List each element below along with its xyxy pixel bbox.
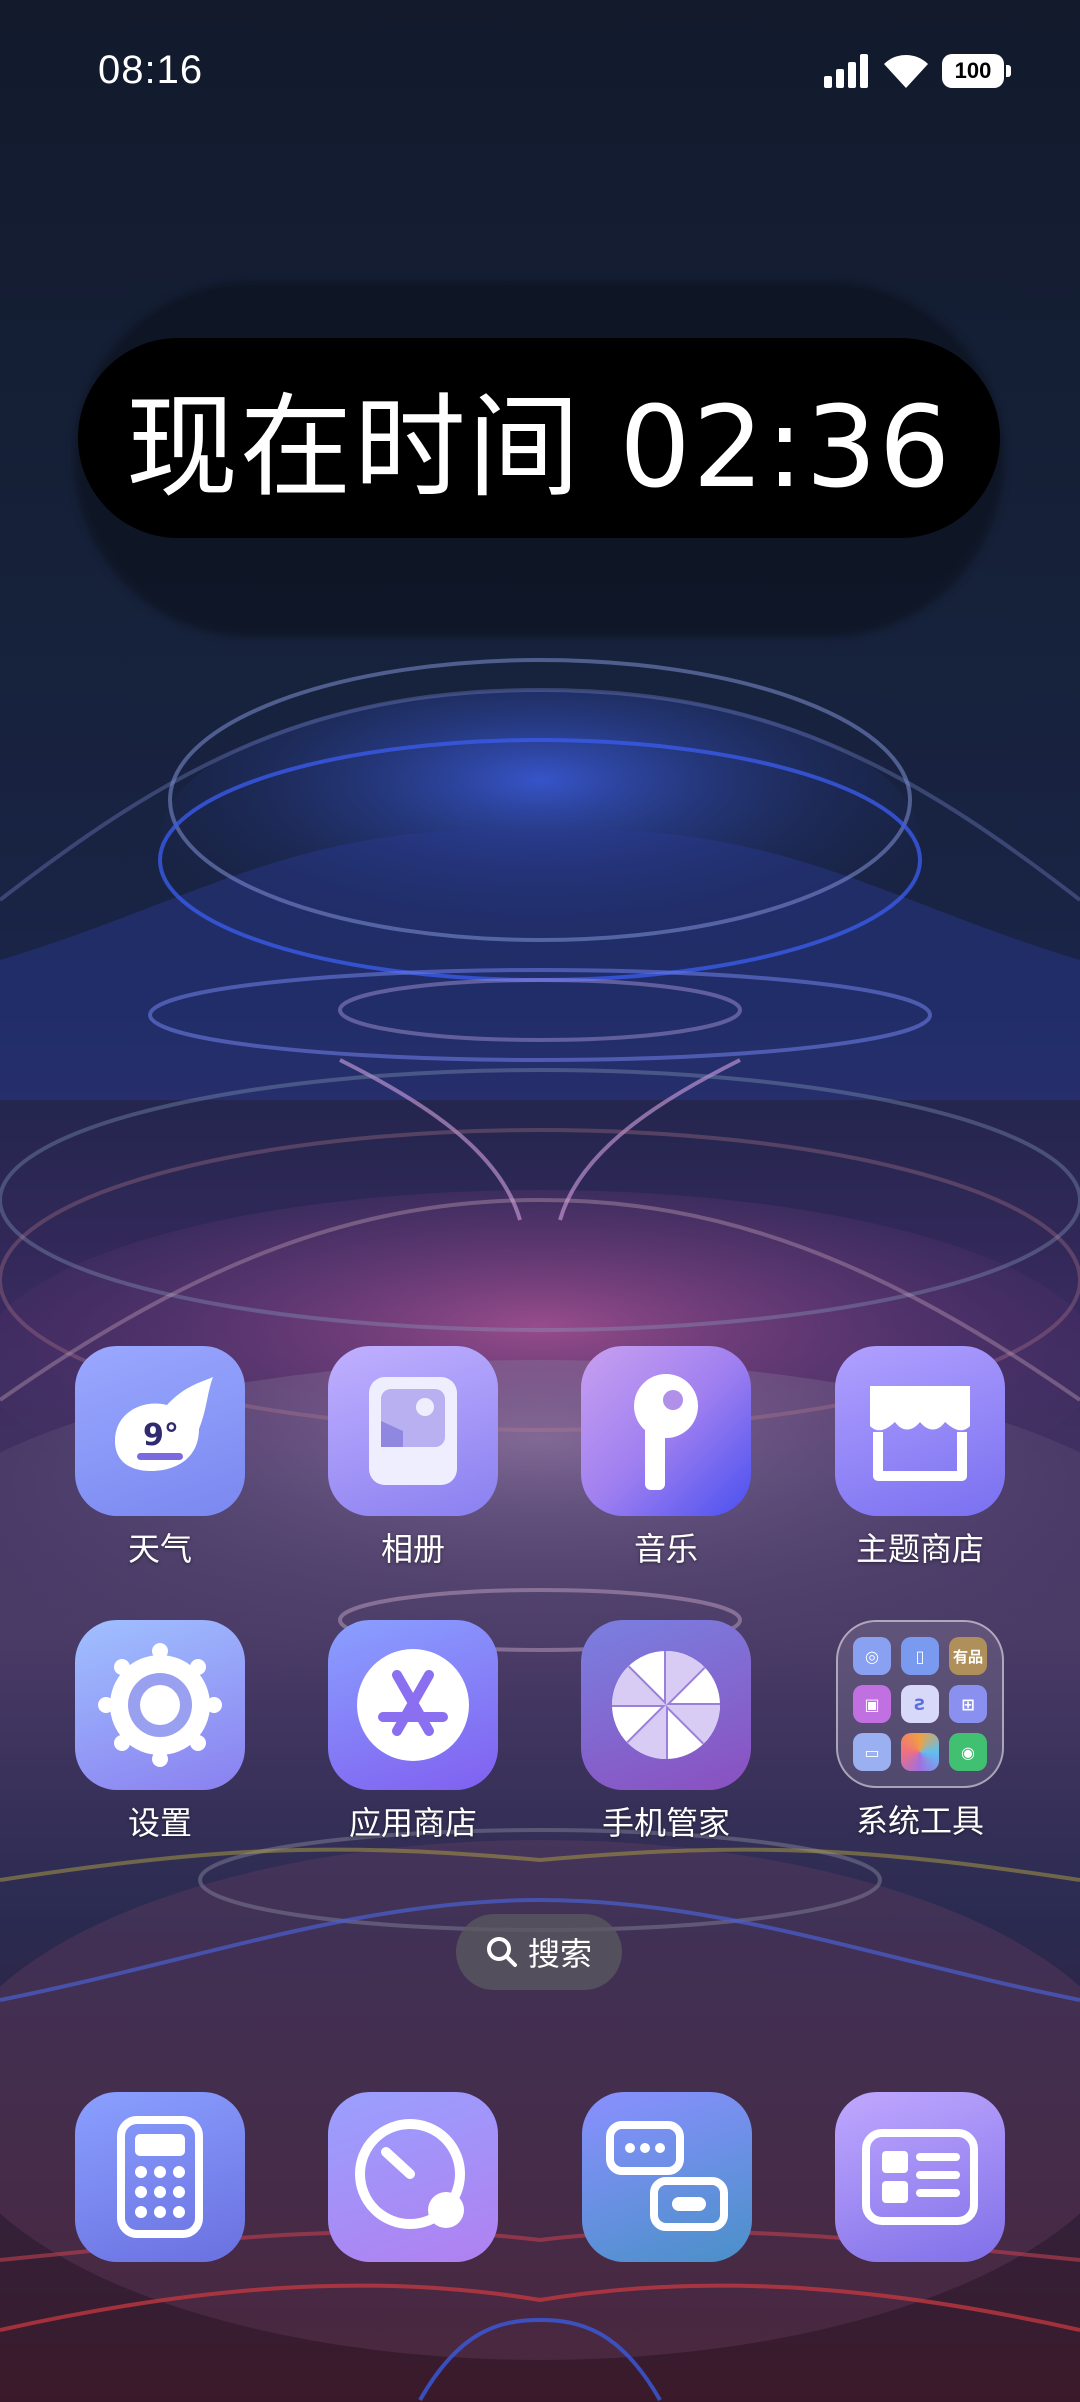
folder-mini-icon: ▣ bbox=[853, 1685, 891, 1723]
app-label: 设置 bbox=[127, 1804, 192, 1842]
folder-mini-icon: Ƨ bbox=[901, 1685, 939, 1723]
app-gallery[interactable]: 相册 bbox=[303, 1346, 523, 1570]
battery-level: 100 bbox=[954, 58, 992, 83]
theme-store-icon bbox=[835, 1346, 1005, 1516]
app-app-store[interactable]: 应用商店 bbox=[303, 1620, 523, 1844]
gallery-icon bbox=[328, 1346, 498, 1516]
app-label: 主题商店 bbox=[855, 1530, 984, 1568]
app-weather[interactable]: 9° 天气 bbox=[50, 1346, 270, 1570]
app-label: 相册 bbox=[380, 1530, 445, 1568]
app-music[interactable]: 音乐 bbox=[556, 1346, 776, 1570]
wifi-icon bbox=[884, 55, 928, 88]
status-time: 08:16 bbox=[98, 48, 204, 92]
security-icon bbox=[581, 1620, 751, 1790]
messages-icon bbox=[606, 2121, 728, 2231]
notes-icon bbox=[862, 2129, 978, 2225]
app-phone-manager[interactable]: 手机管家 bbox=[556, 1620, 776, 1844]
dock-browser[interactable] bbox=[328, 2092, 498, 2262]
battery-indicator: 100 bbox=[942, 54, 1011, 88]
calculator-icon bbox=[117, 2116, 203, 2238]
app-label: 系统工具 bbox=[855, 1802, 984, 1840]
folder-mini-badge: 有品 bbox=[949, 1637, 987, 1675]
app-folder-system-tools[interactable]: ◎ ▯ 有品 ▣ Ƨ ⊞ ▭ ◉ 系统工具 bbox=[810, 1620, 1030, 1842]
folder-mini-icon: ◎ bbox=[853, 1637, 891, 1675]
search-icon bbox=[486, 1937, 517, 1967]
app-label: 应用商店 bbox=[348, 1804, 477, 1842]
app-settings[interactable]: 设置 bbox=[50, 1620, 270, 1844]
folder-mini-icon bbox=[901, 1733, 939, 1771]
clock-widget[interactable]: 现在时间 02:36 bbox=[78, 338, 1000, 538]
cellular-signal-icon bbox=[824, 54, 868, 88]
browser-icon bbox=[355, 2119, 465, 2229]
dock-messages[interactable] bbox=[582, 2092, 752, 2262]
search-label: 搜索 bbox=[527, 1935, 592, 1973]
music-icon bbox=[581, 1346, 751, 1516]
dock-calculator[interactable] bbox=[75, 2092, 245, 2262]
status-bar: 08:16 100 bbox=[0, 0, 1080, 150]
settings-icon bbox=[75, 1620, 245, 1790]
folder-mini-icon: ▭ bbox=[853, 1733, 891, 1771]
folder-mini-icon: ▯ bbox=[901, 1637, 939, 1675]
status-icons: 100 bbox=[824, 54, 1011, 88]
app-label: 天气 bbox=[127, 1530, 192, 1568]
folder-mini-icon: ⊞ bbox=[949, 1685, 987, 1723]
svg-text:9°: 9° bbox=[143, 1418, 179, 1453]
app-label: 音乐 bbox=[633, 1530, 698, 1568]
dock-notes[interactable] bbox=[835, 2092, 1005, 2262]
folder-icon: ◎ ▯ 有品 ▣ Ƨ ⊞ ▭ ◉ bbox=[836, 1620, 1004, 1788]
search-pill[interactable]: 搜索 bbox=[456, 1914, 622, 1990]
folder-mini-icon: ◉ bbox=[949, 1733, 987, 1771]
app-store-icon bbox=[328, 1620, 498, 1790]
weather-icon: 9° bbox=[75, 1346, 245, 1516]
app-label: 手机管家 bbox=[601, 1804, 730, 1842]
app-theme-store[interactable]: 主题商店 bbox=[810, 1346, 1030, 1570]
clock-widget-text: 现在时间 02:36 bbox=[125, 383, 953, 513]
